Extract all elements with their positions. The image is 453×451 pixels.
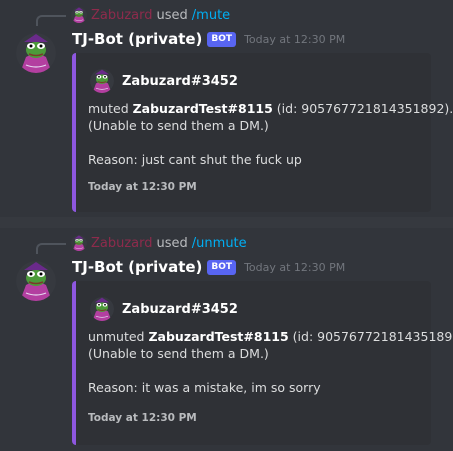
embed: Zabuzard#3452 muted ZabuzardTest#8115 (i… <box>72 53 453 212</box>
embed-author: Zabuzard#3452 <box>90 69 238 93</box>
message-header: TJ-Bot (private) BOT Today at 12:30 PM <box>72 29 345 49</box>
embed-dm-note: (Unable to send them a DM.) <box>88 118 269 133</box>
bot-username[interactable]: TJ-Bot (private) <box>72 30 202 48</box>
bot-badge: BOT <box>207 259 237 275</box>
command-reference[interactable]: Zabuzard used /unmute <box>71 234 247 252</box>
embed-author-name: Zabuzard#3452 <box>122 301 238 317</box>
user-avatar-icon <box>71 235 87 251</box>
embed-reason: Reason: it was a mistake, im so sorry <box>88 380 321 395</box>
embed-author-avatar <box>90 297 114 321</box>
message-header: TJ-Bot (private) BOT Today at 12:30 PM <box>72 257 345 277</box>
embed-action: muted <box>88 101 129 116</box>
bot-username[interactable]: TJ-Bot (private) <box>72 258 202 276</box>
command-used-label: used <box>156 235 188 251</box>
embed-target-user: ZabuzardTest#8115 <box>132 101 273 116</box>
bot-avatar[interactable] <box>16 261 56 301</box>
command-used-label: used <box>156 7 188 23</box>
command-user[interactable]: Zabuzard <box>91 236 153 251</box>
embed-action: unmuted <box>88 329 145 344</box>
embed-author-avatar <box>90 69 114 93</box>
command-user[interactable]: Zabuzard <box>91 8 153 23</box>
embed-dm-note: (Unable to send them a DM.) <box>88 346 269 361</box>
embed-footer-timestamp: Today at 12:30 PM <box>88 181 197 193</box>
bot-avatar[interactable] <box>16 33 56 73</box>
embed-reason: Reason: just cant shut the fuck up <box>88 152 302 167</box>
message-timestamp[interactable]: Today at 12:30 PM <box>244 33 345 46</box>
embed-target-id: (id: 905767721814351892). <box>292 329 453 344</box>
command-name[interactable]: /mute <box>192 8 230 23</box>
embed-author: Zabuzard#3452 <box>90 297 238 321</box>
message-timestamp[interactable]: Today at 12:30 PM <box>244 261 345 274</box>
message-unmute: Zabuzard used /unmute TJ-Bot (private) B… <box>0 228 453 451</box>
embed-author-name: Zabuzard#3452 <box>122 73 238 89</box>
command-name[interactable]: /unmute <box>192 236 247 251</box>
embed-target-id: (id: 905767721814351892). <box>276 101 453 116</box>
command-reference[interactable]: Zabuzard used /mute <box>71 6 230 24</box>
embed-description: unmuted ZabuzardTest#8115 (id: 905767721… <box>88 328 453 396</box>
user-avatar-icon <box>71 7 87 23</box>
reply-spine <box>36 15 66 26</box>
bot-badge: BOT <box>207 31 237 47</box>
embed: Zabuzard#3452 unmuted ZabuzardTest#8115 … <box>72 281 453 445</box>
embed-description: muted ZabuzardTest#8115 (id: 90576772181… <box>88 100 453 168</box>
reply-spine <box>36 243 66 254</box>
embed-footer-timestamp: Today at 12:30 PM <box>88 412 197 424</box>
message-mute: Zabuzard used /mute TJ-Bot (private) BOT… <box>0 0 453 217</box>
embed-target-user: ZabuzardTest#8115 <box>148 329 289 344</box>
